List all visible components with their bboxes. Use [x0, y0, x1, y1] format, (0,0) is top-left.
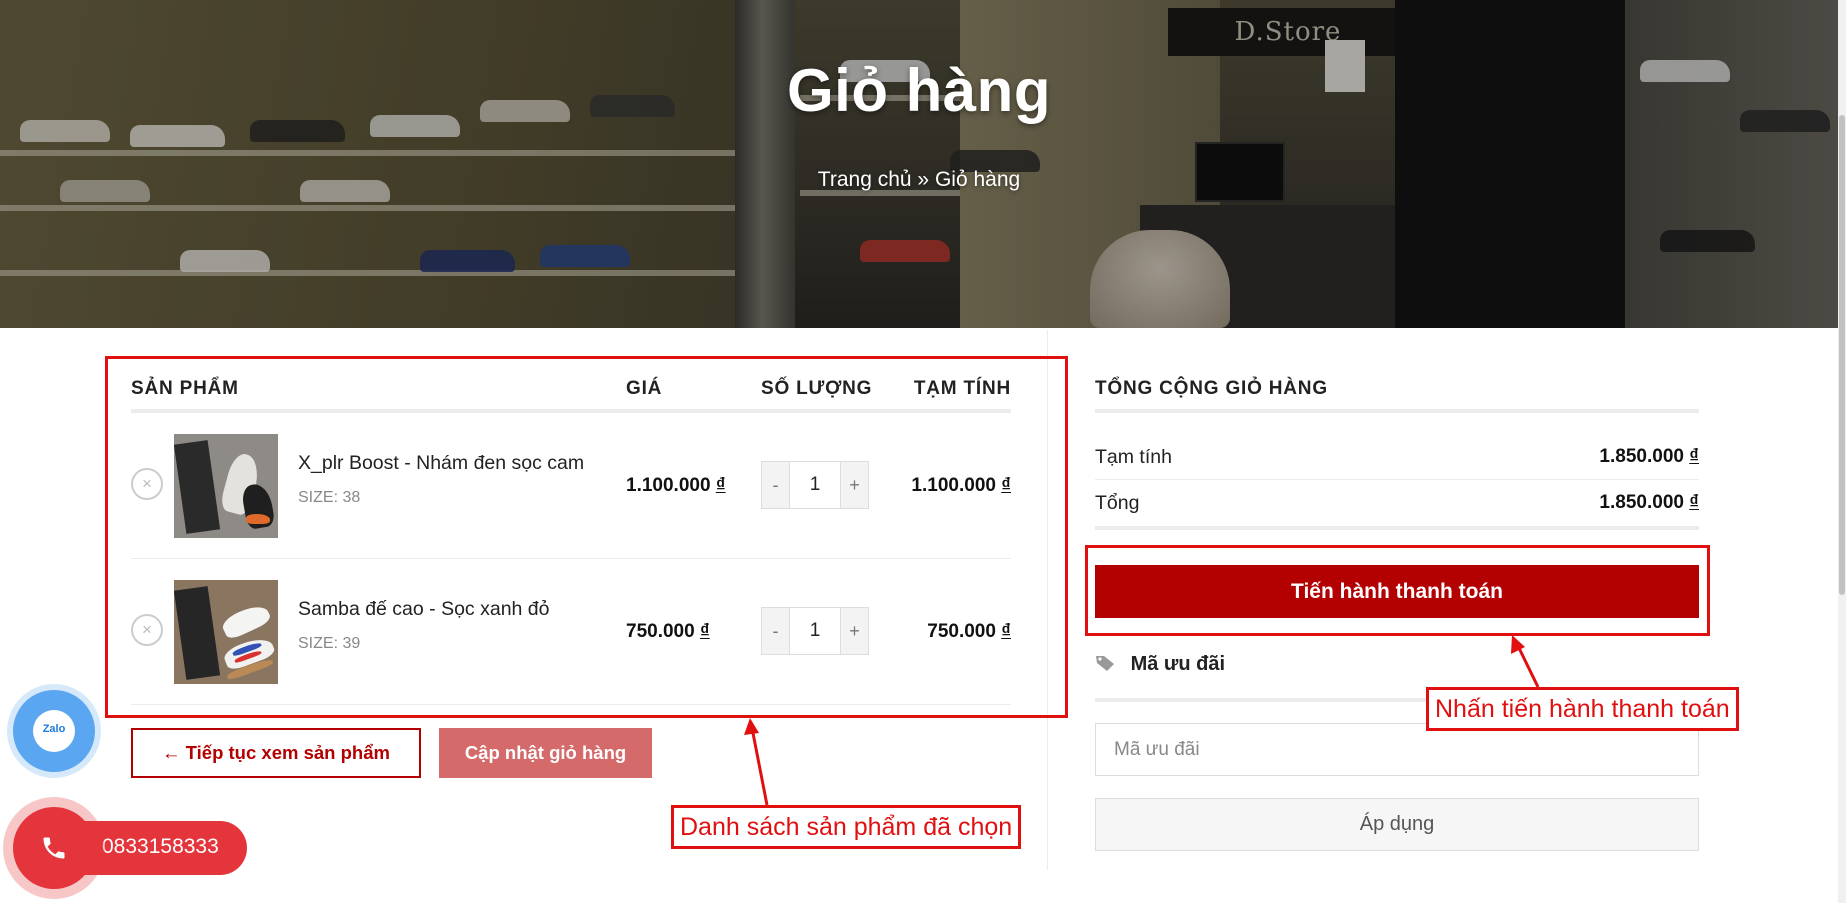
total-amount: 1.850.000 ₫	[1599, 492, 1699, 514]
totals-row-total: Tổng 1.850.000 ₫	[1095, 480, 1699, 526]
breadcrumb: Trang chủ » Giỏ hàng	[0, 168, 1838, 192]
hero-banner: D.Store Giỏ hàng Trang chủ » Giỏ hàng	[0, 0, 1838, 328]
apply-coupon-button[interactable]: Áp dụng	[1095, 798, 1699, 851]
continue-shopping-button[interactable]: ← Tiếp tục xem sản phẩm	[131, 728, 421, 778]
subtotal-amount: 1.850.000 ₫	[1599, 446, 1699, 468]
annotation-arrow-product-list	[750, 727, 769, 806]
totals-divider	[1095, 409, 1699, 413]
update-cart-button[interactable]: Cập nhật giỏ hàng	[439, 728, 652, 778]
page-scrollbar[interactable]	[1838, 0, 1846, 903]
total-label: Tổng	[1095, 492, 1140, 514]
page-title: Giỏ hàng	[787, 57, 1051, 124]
annotation-box-product-list	[105, 356, 1068, 718]
annotation-arrow-checkout	[1516, 645, 1540, 688]
currency-symbol: ₫	[1689, 446, 1699, 467]
annotation-arrowhead	[1511, 635, 1525, 654]
breadcrumb-current: Giỏ hàng	[934, 168, 1021, 191]
annotation-arrowhead	[744, 718, 759, 735]
call-icon-button[interactable]	[13, 807, 95, 889]
breadcrumb-separator: »	[917, 168, 930, 191]
totals-divider	[1095, 526, 1699, 530]
coupon-heading-text: Mã ưu đãi	[1130, 653, 1226, 675]
phone-number[interactable]: 0833158333	[102, 835, 219, 859]
totals-row-subtotal: Tạm tính 1.850.000 ₫	[1095, 434, 1699, 480]
zalo-icon: Zalo	[33, 710, 75, 752]
annotation-label-product-list: Danh sách sản phẩm đã chọn	[671, 805, 1022, 849]
hero-overlay	[0, 0, 1838, 328]
annotation-box-checkout	[1085, 545, 1710, 636]
zalo-chat-button[interactable]: Zalo	[13, 690, 95, 772]
subtotal-amount-value: 1.850.000	[1599, 446, 1684, 467]
zalo-label: Zalo	[42, 723, 66, 735]
annotation-label-checkout: Nhấn tiến hành thanh toán	[1426, 687, 1739, 731]
scrollbar-thumb[interactable]	[1839, 115, 1845, 595]
coupon-heading: Mã ưu đãi	[1095, 653, 1225, 676]
tag-icon	[1096, 656, 1114, 671]
subtotal-label: Tạm tính	[1095, 446, 1172, 468]
breadcrumb-home-link[interactable]: Trang chủ	[818, 168, 912, 191]
phone-icon	[43, 837, 65, 859]
total-amount-value: 1.850.000	[1599, 492, 1684, 513]
currency-symbol: ₫	[1689, 492, 1699, 513]
totals-title: TỔNG CỘNG GIỎ HÀNG	[1095, 378, 1328, 399]
